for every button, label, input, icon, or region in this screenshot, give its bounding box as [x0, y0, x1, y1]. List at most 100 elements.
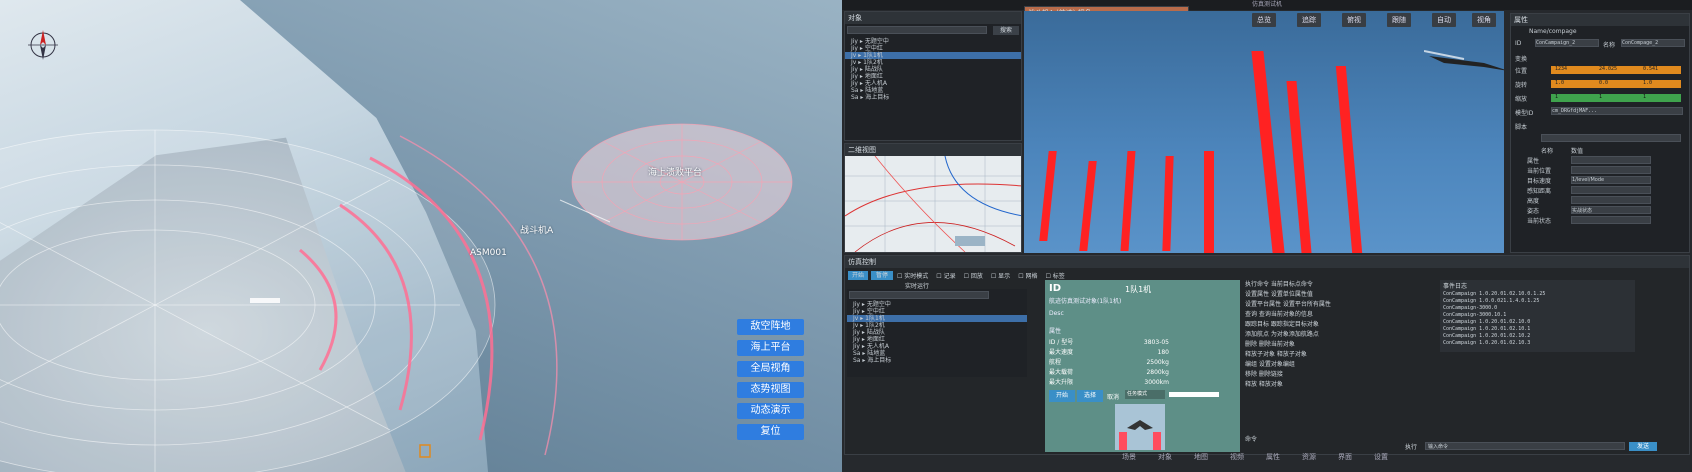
option-checkbox[interactable]: ☐ 回放 — [964, 271, 983, 280]
col-value-header: 数值 — [1571, 148, 1584, 155]
id-field[interactable]: ConCampaign_2 — [1535, 39, 1599, 47]
tree-search-input[interactable] — [847, 26, 987, 34]
detail-select-button[interactable]: 选择 — [1077, 390, 1103, 402]
tree-item-selected[interactable]: Jv ▸ 1队1机 — [847, 315, 1027, 322]
detail-cancel-label[interactable]: 取消 — [1107, 392, 1119, 401]
property-row-value[interactable] — [1571, 186, 1651, 194]
pos-y[interactable]: 24.025 — [1599, 66, 1617, 72]
map-2d-panel[interactable]: 二维视图 — [844, 143, 1022, 253]
rot-x[interactable]: 1.0 — [1555, 80, 1564, 86]
command-item[interactable]: 设置平台属性 设置平台所有属性 — [1245, 300, 1435, 310]
bottom-tab[interactable]: 设置 — [1374, 452, 1388, 462]
pos-z[interactable]: 0.541 — [1643, 66, 1658, 72]
tree-item[interactable]: Jv ▸ 1队2机 — [845, 59, 1021, 66]
command-item[interactable]: 删除 删除当前对象 — [1245, 340, 1435, 350]
log-line: ConCampaign-3000.0 — [1443, 305, 1498, 311]
bottom-tab[interactable]: 界面 — [1338, 452, 1352, 462]
tree-item-selected[interactable]: Jv ▸ 1队1机 — [845, 52, 1021, 59]
tree-item[interactable]: Jiy ▸ 空中红 — [845, 45, 1021, 52]
toolbar-auto[interactable]: 自动 — [1432, 13, 1456, 27]
reset-button[interactable]: 复位 — [737, 424, 804, 440]
view-situation-button[interactable]: 态势视图 — [737, 382, 804, 398]
tree-item[interactable]: Jiy ▸ 无人机A — [845, 80, 1021, 87]
tree-item[interactable]: Jiy ▸ 空中红 — [847, 308, 1027, 315]
console-search-input[interactable] — [849, 291, 989, 299]
mode-select[interactable]: 任务模式 — [1125, 390, 1165, 399]
bottom-tab-bar: 场景 对象 地图 视频 属性 资源 界面 设置 — [1122, 452, 1388, 462]
option-checkbox[interactable]: ☐ 显示 — [991, 271, 1010, 280]
name-field[interactable]: ConCompage_2 — [1621, 39, 1685, 47]
bottom-tab[interactable]: 场景 — [1122, 452, 1136, 462]
command-item[interactable]: 跟踪目标 跟踪指定目标对象 — [1245, 320, 1435, 330]
tree-item[interactable]: Jiy ▸ 地面红 — [847, 336, 1027, 343]
tree-search-button[interactable]: 搜索 — [993, 26, 1019, 35]
property-row-value[interactable] — [1571, 166, 1651, 174]
send-button[interactable]: 发送 — [1629, 442, 1657, 451]
toolbar-top[interactable]: 俯视 — [1342, 13, 1366, 27]
bottom-tab[interactable]: 属性 — [1266, 452, 1280, 462]
detail-field-row: ID / 型号 3803-05 — [1049, 339, 1169, 346]
toolbar-follow[interactable]: 跟随 — [1387, 13, 1411, 27]
command-item[interactable]: 移除 删除链接 — [1245, 370, 1435, 380]
command-item[interactable]: 执行命令 当前目标点命令 — [1245, 280, 1435, 290]
dynamic-demo-button[interactable]: 动态演示 — [737, 403, 804, 419]
view-platform-button[interactable]: 海上平台 — [737, 340, 804, 356]
property-row-value[interactable] — [1571, 216, 1651, 224]
command-item[interactable]: 释放 释放对象 — [1245, 380, 1435, 390]
script-select[interactable] — [1541, 134, 1681, 142]
map-2d-canvas[interactable] — [845, 155, 1022, 252]
property-row-value[interactable]: 实战状态 — [1571, 206, 1651, 214]
command-item[interactable]: 编组 设置对象编组 — [1245, 360, 1435, 370]
pause-tab[interactable]: 暂停 — [871, 271, 893, 280]
bottom-tab[interactable]: 资源 — [1302, 452, 1316, 462]
tree-item[interactable]: Jiy ▸ 无题空中 — [847, 301, 1027, 308]
rot-z[interactable]: 1.0 — [1643, 80, 1652, 86]
option-checkbox[interactable]: ☐ 网格 — [1018, 271, 1037, 280]
property-row-value[interactable] — [1571, 196, 1651, 204]
tree-item[interactable]: Sa ▸ 陆地蓝 — [847, 350, 1027, 357]
detail-start-button[interactable]: 开始 — [1049, 390, 1075, 402]
command-item[interactable]: 查询 查询当前对象的信息 — [1245, 310, 1435, 320]
tree-item[interactable]: Jiy ▸ 陆战队 — [845, 66, 1021, 73]
command-item[interactable]: 添加航点 为对象添加航路点 — [1245, 330, 1435, 340]
start-tab[interactable]: 开始 — [848, 271, 868, 280]
pos-x[interactable]: 1234 — [1555, 66, 1567, 72]
compass-icon[interactable] — [26, 28, 60, 62]
tree-item[interactable]: Jiy ▸ 无题空中 — [845, 38, 1021, 45]
scale-z[interactable]: 1 — [1643, 94, 1646, 100]
tree-item[interactable]: Sa ▸ 海上目标 — [847, 357, 1027, 364]
bottom-tab[interactable]: 地图 — [1194, 452, 1208, 462]
option-checkbox[interactable]: ☐ 标签 — [1045, 271, 1064, 280]
command-item[interactable]: 设置属性 设置单位属性值 — [1245, 290, 1435, 300]
scale-x[interactable]: 1 — [1555, 94, 1558, 100]
toolbar-view[interactable]: 视角 — [1472, 13, 1496, 27]
tree-item[interactable]: Jiy ▸ 陆战队 — [847, 329, 1027, 336]
tree-item[interactable]: Sa ▸ 海上目标 — [845, 94, 1021, 101]
attr-label: 属性 — [1049, 328, 1062, 335]
log-lines: ConCampaign 1.0.20.01.02.10.0.1.25 ConCam… — [1440, 291, 1635, 347]
view-enemy-button[interactable]: 敌空阵地 — [737, 319, 804, 335]
view-global-button[interactable]: 全局视角 — [737, 361, 804, 377]
tree-item[interactable]: Jiy ▸ 地面红 — [845, 73, 1021, 80]
detail-field-row: 最大升限 3000km — [1049, 379, 1169, 386]
scale-y[interactable]: 1 — [1599, 94, 1602, 100]
model-field[interactable]: cm_DRGfdjMAF... — [1551, 107, 1683, 115]
bottom-tab[interactable]: 视频 — [1230, 452, 1244, 462]
globe-3d-view[interactable]: 海上溃败平台 ASM001 战斗机A 敌空阵地 海上平台 全局视角 态势视图 动… — [0, 0, 842, 472]
property-row-label: 当前状态 — [1527, 218, 1552, 225]
property-row-value[interactable] — [1571, 156, 1651, 164]
tree-item[interactable]: Jiy ▸ 无人机A — [847, 343, 1027, 350]
command-input[interactable]: 输入命令 — [1425, 442, 1625, 450]
toolbar-track[interactable]: 追踪 — [1297, 13, 1321, 27]
toolbar-overview[interactable]: 总览 — [1252, 13, 1276, 27]
bottom-tab[interactable]: 对象 — [1158, 452, 1172, 462]
main-3d-view[interactable] — [1024, 11, 1504, 253]
option-checkbox[interactable]: ☐ 实时模式 — [897, 271, 928, 280]
command-item[interactable]: 释放子对象 释放子对象 — [1245, 350, 1435, 360]
rot-y[interactable]: 0.0 — [1599, 80, 1608, 86]
property-row-value[interactable]: 1/level/Mode — [1571, 176, 1651, 184]
option-checkbox[interactable]: ☐ 记录 — [936, 271, 955, 280]
tree-item[interactable]: Sa ▸ 陆地蓝 — [845, 87, 1021, 94]
tree-item[interactable]: Jv ▸ 1队2机 — [847, 322, 1027, 329]
pos-label: 位置 — [1515, 68, 1528, 75]
